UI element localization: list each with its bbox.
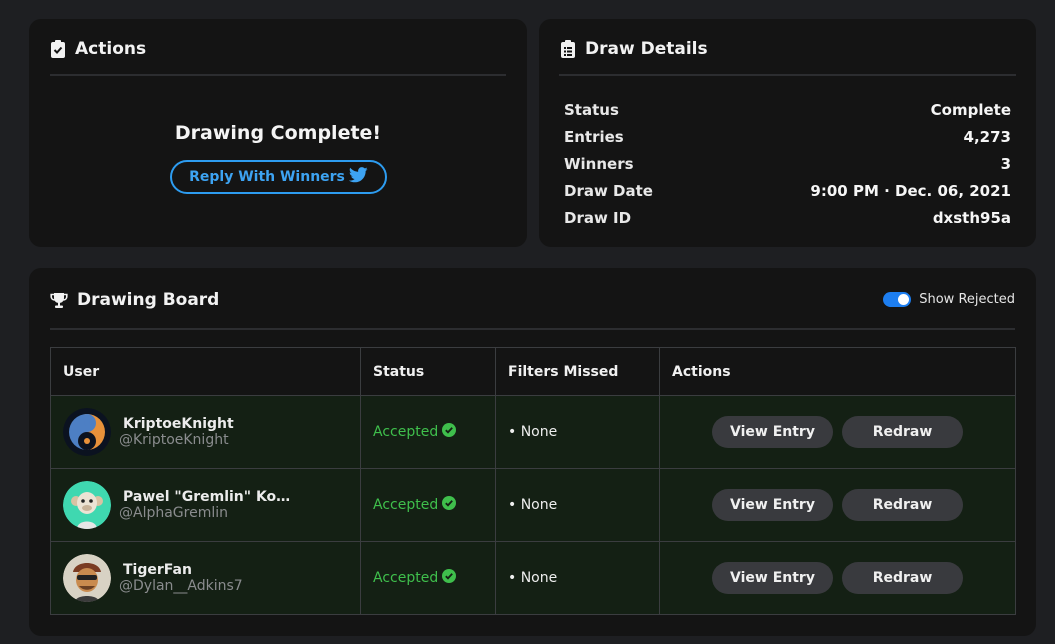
detail-value: Complete [930, 100, 1011, 119]
actions-header: Actions [50, 38, 146, 60]
user-cell: TigerFan @Dylan__Adkins7 [63, 554, 360, 602]
view-entry-button[interactable]: View Entry [712, 562, 833, 594]
column-header-status: Status [360, 347, 496, 396]
detail-row-entries: Entries 4,273 [564, 123, 1011, 150]
column-header-filters-missed: Filters Missed [495, 347, 660, 396]
user-cell: KriptoeKnight @KriptoeKnight [63, 408, 360, 456]
avatar[interactable] [63, 481, 111, 529]
drawing-board-header: Drawing Board [50, 289, 219, 311]
detail-value: 4,273 [963, 127, 1011, 146]
divider [559, 74, 1016, 76]
detail-label: Winners [564, 154, 634, 173]
detail-value: 9:00 PM · Dec. 06, 2021 [810, 181, 1011, 200]
divider [50, 328, 1015, 330]
status-badge: Accepted [373, 423, 495, 441]
status-text: Accepted [373, 424, 439, 440]
check-circle-icon [442, 496, 457, 514]
avatar[interactable] [63, 408, 111, 456]
column-header-user: User [50, 347, 361, 396]
show-rejected-toggle[interactable] [883, 292, 912, 307]
divider [50, 74, 506, 76]
detail-row-draw-id: Draw ID dxsth95a [564, 204, 1011, 231]
check-circle-icon [442, 423, 457, 441]
table-row: KriptoeKnight @KriptoeKnight Accepted • … [50, 395, 1016, 469]
user-name: Pawel "Gremlin" Kozl... [123, 489, 298, 505]
detail-row-status: Status Complete [564, 96, 1011, 123]
redraw-button[interactable]: Redraw [842, 489, 963, 521]
filters-missed: • None [508, 424, 558, 440]
status-text: Accepted [373, 497, 439, 513]
show-rejected-label: Show Rejected [919, 292, 1015, 307]
toggle-knob [898, 294, 910, 305]
detail-row-draw-date: Draw Date 9:00 PM · Dec. 06, 2021 [564, 177, 1011, 204]
draw-details-title: Draw Details [585, 39, 708, 59]
user-handle[interactable]: @KriptoeKnight [119, 432, 234, 448]
view-entry-button[interactable]: View Entry [712, 489, 833, 521]
filters-missed: • None [508, 497, 558, 513]
table-row: Pawel "Gremlin" Kozl... @AlphaGremlin Ac… [50, 468, 1016, 542]
table-header-row: User Status Filters Missed Actions [50, 347, 1016, 396]
drawing-complete-text: Drawing Complete! [174, 122, 382, 144]
show-rejected-toggle-wrap: Show Rejected [883, 292, 1015, 307]
redraw-button[interactable]: Redraw [842, 416, 963, 448]
reply-button-label: Reply With Winners [189, 169, 345, 185]
drawing-board-table: User Status Filters Missed Actions Kript… [50, 347, 1016, 615]
user-name: TigerFan [123, 562, 192, 578]
status-badge: Accepted [373, 496, 495, 514]
detail-value: dxsth95a [932, 208, 1011, 227]
detail-label: Status [564, 100, 619, 119]
user-handle[interactable]: @AlphaGremlin [119, 505, 298, 521]
check-circle-icon [442, 569, 457, 587]
table-row: TigerFan @Dylan__Adkins7 Accepted • None… [50, 541, 1016, 615]
view-entry-button[interactable]: View Entry [712, 416, 833, 448]
detail-label: Entries [564, 127, 624, 146]
draw-details-card: Draw Details Status Complete Entries 4,2… [539, 19, 1036, 247]
actions-title: Actions [75, 39, 147, 59]
drawing-board-card: Drawing Board Show Rejected User Status … [29, 268, 1036, 636]
actions-card: Actions Drawing Complete! Reply With Win… [29, 19, 527, 247]
status-text: Accepted [373, 570, 439, 586]
details-list: Status Complete Entries 4,273 Winners 3 … [564, 96, 1011, 231]
redraw-button[interactable]: Redraw [842, 562, 963, 594]
draw-details-header: Draw Details [560, 38, 708, 60]
column-header-actions: Actions [659, 347, 1016, 396]
user-handle[interactable]: @Dylan__Adkins7 [119, 578, 243, 594]
reply-with-winners-button[interactable]: Reply With Winners [170, 160, 387, 194]
clipboard-check-icon [50, 40, 66, 58]
clipboard-list-icon [560, 40, 576, 58]
trophy-icon [50, 292, 68, 309]
drawing-board-title: Drawing Board [77, 290, 220, 310]
user-name: KriptoeKnight [123, 416, 234, 432]
detail-row-winners: Winners 3 [564, 150, 1011, 177]
status-badge: Accepted [373, 569, 495, 587]
twitter-bird-icon [348, 167, 368, 187]
user-cell: Pawel "Gremlin" Kozl... @AlphaGremlin [63, 481, 360, 529]
filters-missed: • None [508, 570, 558, 586]
detail-label: Draw ID [564, 208, 632, 227]
detail-label: Draw Date [564, 181, 653, 200]
detail-value: 3 [1000, 154, 1011, 173]
avatar[interactable] [63, 554, 111, 602]
